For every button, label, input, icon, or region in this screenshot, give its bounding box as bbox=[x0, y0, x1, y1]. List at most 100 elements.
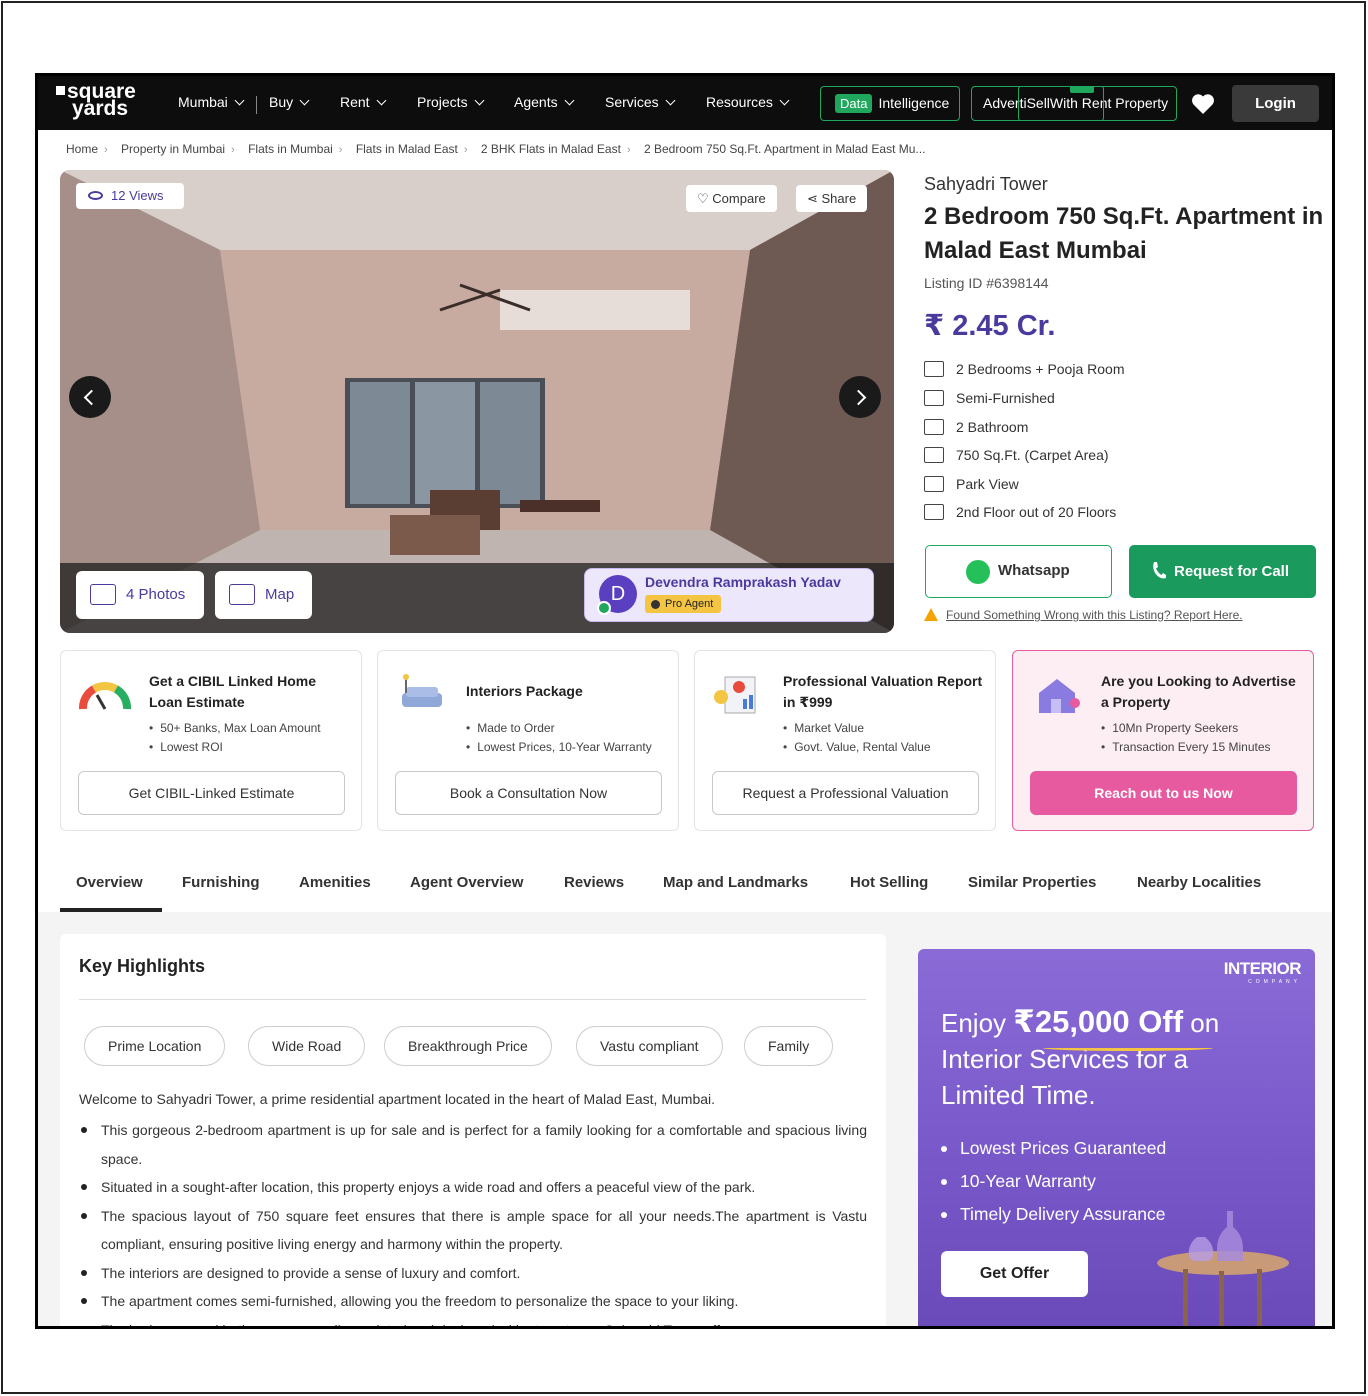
tab-agent-overview[interactable]: Agent Overview bbox=[410, 874, 523, 891]
chip-vastu-compliant: Vastu compliant bbox=[576, 1026, 723, 1066]
views-badge: 12 Views bbox=[76, 183, 184, 209]
description-intro: Welcome to Sahyadri Tower, a prime resid… bbox=[79, 1091, 716, 1107]
chevron-down-icon bbox=[779, 95, 790, 106]
chip-breakthrough-price: Breakthrough Price bbox=[384, 1026, 552, 1066]
photos-button[interactable]: 4 Photos bbox=[76, 571, 204, 619]
city-selector[interactable]: Mumbai bbox=[178, 94, 245, 110]
breadcrumb-property-mumbai[interactable]: Property in Mumbai bbox=[121, 142, 225, 156]
agent-card[interactable]: D Devendra Ramprakash Yadav Pro Agent bbox=[584, 568, 874, 622]
key-highlights-title: Key Highlights bbox=[79, 956, 206, 976]
interior-company-logo: INTERIOR bbox=[1223, 959, 1302, 978]
bed-icon bbox=[924, 361, 944, 377]
list-item: Situated in a sought-after location, thi… bbox=[79, 1173, 867, 1202]
nav-services[interactable]: Services bbox=[605, 94, 676, 110]
whatsapp-icon bbox=[966, 560, 990, 584]
offer-headline: Enjoy ₹25,000 Off on Interior Services f… bbox=[941, 1004, 1220, 1110]
sofa-lamp-icon bbox=[402, 674, 442, 707]
list-item: The interiors are designed to provide a … bbox=[79, 1259, 867, 1288]
breadcrumb-flats-malad-east[interactable]: Flats in Malad East bbox=[356, 142, 458, 156]
chevron-down-icon bbox=[564, 95, 575, 106]
list-item: The bedrooms and bathrooms are well-appo… bbox=[79, 1316, 867, 1327]
floor-icon bbox=[924, 504, 944, 520]
book-consultation-button[interactable]: Book a Consultation Now bbox=[395, 771, 662, 815]
tower-name[interactable]: Sahyadri Tower bbox=[924, 174, 1048, 195]
feature-bedrooms: 2 Bedrooms + Pooja Room bbox=[924, 361, 1124, 377]
list-item: Timely Delivery Assurance bbox=[941, 1198, 1166, 1231]
cibil-estimate-button[interactable]: Get CIBIL-Linked Estimate bbox=[78, 771, 345, 815]
breadcrumb-2bhk-malad-east[interactable]: 2 BHK Flats in Malad East bbox=[481, 142, 621, 156]
tab-reviews[interactable]: Reviews bbox=[564, 874, 624, 891]
logo[interactable]: square yards bbox=[56, 81, 156, 123]
list-item: Lowest Prices Guaranteed bbox=[941, 1132, 1166, 1165]
request-valuation-button[interactable]: Request a Professional Valuation bbox=[712, 771, 979, 815]
nav-resources[interactable]: Resources bbox=[706, 94, 790, 110]
nav-buy[interactable]: Buy bbox=[269, 94, 310, 110]
nav-projects[interactable]: Projects bbox=[417, 94, 485, 110]
chevron-down-icon bbox=[299, 95, 310, 106]
prev-photo-button[interactable] bbox=[69, 376, 111, 418]
whatsapp-status-icon bbox=[597, 601, 611, 615]
warning-icon bbox=[924, 608, 938, 621]
next-photo-button[interactable] bbox=[839, 376, 881, 418]
photos-icon bbox=[90, 584, 116, 605]
share-icon: ⋖ bbox=[807, 191, 822, 206]
nav-agents[interactable]: Agents bbox=[514, 94, 575, 110]
feature-furnishing: Semi-Furnished bbox=[924, 390, 1055, 406]
divider bbox=[79, 999, 866, 1000]
page-title: 2 Bedroom 750 Sq.Ft. Apartment in Malad … bbox=[924, 203, 1324, 264]
agent-name[interactable]: Devendra Ramprakash Yadav bbox=[645, 574, 841, 590]
listing-id: Listing ID #6398144 bbox=[924, 275, 1049, 291]
decor-table-image bbox=[1157, 1211, 1289, 1326]
offer-benefits: Lowest Prices Guaranteed 10-Year Warrant… bbox=[941, 1132, 1166, 1231]
highlights-list: This gorgeous 2-bedroom apartment is up … bbox=[79, 1116, 867, 1327]
house-megaphone-icon bbox=[1039, 679, 1080, 713]
chevron-down-icon bbox=[665, 95, 676, 106]
price: ₹ 2.45 Cr. bbox=[924, 310, 1056, 342]
tab-hot-selling[interactable]: Hot Selling bbox=[850, 874, 928, 891]
photo-gallery[interactable]: 12 Views ♡ Compare ⋖ Share 4 Photos Map … bbox=[60, 170, 894, 633]
get-offer-button[interactable]: Get Offer bbox=[941, 1251, 1088, 1297]
list-item: This gorgeous 2-bedroom apartment is up … bbox=[79, 1116, 867, 1173]
breadcrumb-home[interactable]: Home bbox=[66, 142, 98, 156]
underline-decoration bbox=[1043, 1045, 1213, 1051]
data-intelligence-button[interactable]: Data Intelligence bbox=[820, 86, 960, 121]
report-chart-icon bbox=[714, 676, 756, 714]
heart-icon[interactable] bbox=[1191, 93, 1215, 115]
key-highlights-card: Key Highlights Prime Location Wide Road … bbox=[60, 934, 886, 1327]
map-button[interactable]: Map bbox=[215, 571, 312, 619]
map-icon bbox=[229, 584, 255, 605]
section-tabs: Overview Furnishing Amenities Agent Over… bbox=[38, 852, 1332, 912]
chip-family: Family bbox=[744, 1026, 834, 1066]
speedometer-icon bbox=[79, 682, 131, 710]
compare-button[interactable]: ♡ Compare bbox=[686, 185, 777, 212]
nav-divider bbox=[256, 96, 257, 114]
new-badge bbox=[1070, 87, 1094, 93]
logo-square-icon bbox=[56, 86, 65, 95]
tab-furnishing[interactable]: Furnishing bbox=[182, 874, 260, 891]
breadcrumb-current: 2 Bedroom 750 Sq.Ft. Apartment in Malad … bbox=[643, 142, 926, 156]
whatsapp-button[interactable]: Whatsapp bbox=[925, 545, 1112, 598]
list-item: 10-Year Warranty bbox=[941, 1165, 1166, 1198]
list-item: The spacious layout of 750 square feet e… bbox=[79, 1202, 867, 1259]
chevron-down-icon bbox=[474, 95, 485, 106]
chip-prime-location: Prime Location bbox=[84, 1026, 226, 1066]
breadcrumb-flats-mumbai[interactable]: Flats in Mumbai bbox=[248, 142, 333, 156]
tab-nearby-localities[interactable]: Nearby Localities bbox=[1137, 874, 1261, 891]
tab-amenities[interactable]: Amenities bbox=[299, 874, 371, 891]
interior-offer-banner[interactable]: INTERIOR COMPANY Enjoy ₹25,000 Off on In… bbox=[918, 949, 1315, 1326]
tab-overview[interactable]: Overview bbox=[76, 874, 143, 891]
nav-rent[interactable]: Rent bbox=[340, 94, 387, 110]
park-view-icon bbox=[924, 476, 944, 492]
valuation-report-card: Professional Valuation Report in ₹999 Ma… bbox=[694, 650, 996, 831]
feature-view: Park View bbox=[924, 476, 1019, 492]
login-button[interactable]: Login bbox=[1232, 85, 1319, 122]
report-listing-link[interactable]: Found Something Wrong with this Listing?… bbox=[924, 608, 1243, 622]
bathtub-icon bbox=[924, 419, 944, 435]
tab-similar-properties[interactable]: Similar Properties bbox=[968, 874, 1096, 891]
tab-map-landmarks[interactable]: Map and Landmarks bbox=[663, 874, 808, 891]
reach-out-button[interactable]: Reach out to us Now bbox=[1030, 771, 1297, 815]
advertise-property-button[interactable]: AdvertiSellWith Rent Property bbox=[971, 86, 1177, 121]
request-call-button[interactable]: Request for Call bbox=[1129, 545, 1316, 598]
phone-icon bbox=[1153, 562, 1166, 579]
share-button[interactable]: ⋖ Share bbox=[796, 185, 868, 212]
